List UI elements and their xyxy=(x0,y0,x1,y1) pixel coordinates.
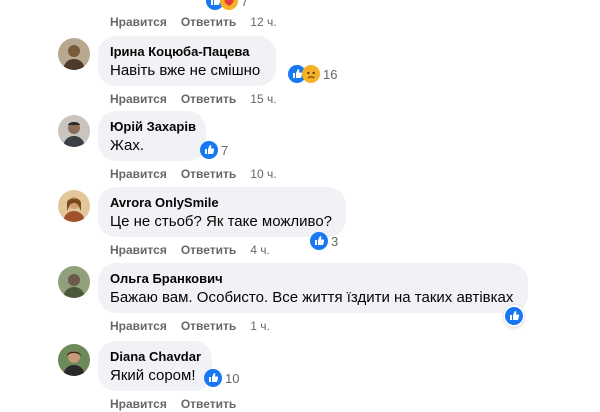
reaction-summary[interactable]: 7 xyxy=(206,0,248,11)
reaction-count: 7 xyxy=(221,142,229,158)
comment-text: Це не стьоб? Як таке можливо? xyxy=(110,213,333,230)
reply-button[interactable]: Ответить xyxy=(181,319,236,333)
comment-timestamp[interactable]: 12 ч. xyxy=(250,15,276,29)
comment-bubble: Ірина Коцюба-Пацева Навіть вже не смішно xyxy=(98,36,276,86)
reaction-count: 7 xyxy=(241,0,249,9)
comment-actions: Нравится Ответить xyxy=(110,396,250,412)
reply-button[interactable]: Ответить xyxy=(181,243,236,257)
reaction-summary[interactable]: 10 xyxy=(204,368,239,388)
like-icon xyxy=(505,307,523,325)
comment-timestamp[interactable]: 15 ч. xyxy=(250,92,276,106)
comment-text: Який сором! xyxy=(110,367,196,384)
reaction-summary[interactable]: 16 xyxy=(288,64,337,84)
comment-bubble: Ольга Бранкович Бажаю вам. Особисто. Все… xyxy=(98,263,528,313)
reaction-count: 3 xyxy=(331,233,339,249)
like-button[interactable]: Нравится xyxy=(110,92,167,106)
comment-author[interactable]: Ірина Коцюба-Пацева xyxy=(110,44,264,60)
avatar[interactable] xyxy=(58,38,90,70)
like-icon xyxy=(310,232,328,250)
comment-author[interactable]: Юрій Захарів xyxy=(110,119,196,135)
avatar[interactable] xyxy=(58,190,90,222)
reaction-count: 16 xyxy=(323,66,338,82)
comment-actions: Нравится Ответить 4 ч. xyxy=(110,242,270,258)
comment-timestamp[interactable]: 1 ч. xyxy=(250,319,270,333)
comment-bubble: Avrora OnlySmile Це не стьоб? Як таке мо… xyxy=(98,187,346,237)
comment-actions: Нравится Ответить 1 ч. xyxy=(110,318,270,334)
like-icon xyxy=(204,369,222,387)
reply-button[interactable]: Ответить xyxy=(181,397,236,411)
like-button[interactable]: Нравится xyxy=(110,319,167,333)
care-icon xyxy=(220,0,238,10)
comment-text: Бажаю вам. Особисто. Все життя їздити на… xyxy=(110,289,514,306)
reply-button[interactable]: Ответить xyxy=(181,92,236,106)
avatar[interactable] xyxy=(58,115,90,147)
comment-bubble: Юрій Захарів Жах. xyxy=(98,111,206,161)
like-button[interactable]: Нравится xyxy=(110,15,167,29)
reaction-summary[interactable] xyxy=(504,305,524,327)
comment-timestamp[interactable]: 10 ч. xyxy=(250,167,276,181)
like-icon xyxy=(200,141,218,159)
comment-bubble: Diana Chavdar Який сором! xyxy=(98,341,212,391)
like-button[interactable]: Нравится xyxy=(110,167,167,181)
reaction-summary[interactable]: 7 xyxy=(200,140,228,160)
comment-actions: Нравится Ответить 10 ч. xyxy=(110,166,277,182)
like-button[interactable]: Нравится xyxy=(110,243,167,257)
comment-text: Навіть вже не смішно xyxy=(110,62,261,79)
sad-icon xyxy=(302,65,320,83)
comment-author[interactable]: Diana Chavdar xyxy=(110,349,201,365)
comment-actions: Нравится Ответить 12 ч. xyxy=(110,14,277,30)
avatar[interactable] xyxy=(58,266,90,298)
comment-timestamp[interactable]: 4 ч. xyxy=(250,243,270,257)
reply-button[interactable]: Ответить xyxy=(181,15,236,29)
avatar[interactable] xyxy=(58,344,90,376)
reaction-count: 10 xyxy=(225,370,240,386)
comment-author[interactable]: Ольга Бранкович xyxy=(110,271,516,287)
reply-button[interactable]: Ответить xyxy=(181,167,236,181)
like-button[interactable]: Нравится xyxy=(110,397,167,411)
comment-actions: Нравится Ответить 15 ч. xyxy=(110,91,277,107)
comments-list: 7 Нравится Ответить 12 ч. Ірина Коцюба-Пац… xyxy=(0,0,600,411)
reaction-summary[interactable]: 3 xyxy=(310,231,338,251)
comment-author[interactable]: Avrora OnlySmile xyxy=(110,195,334,211)
comment-text: Жах. xyxy=(110,137,145,154)
